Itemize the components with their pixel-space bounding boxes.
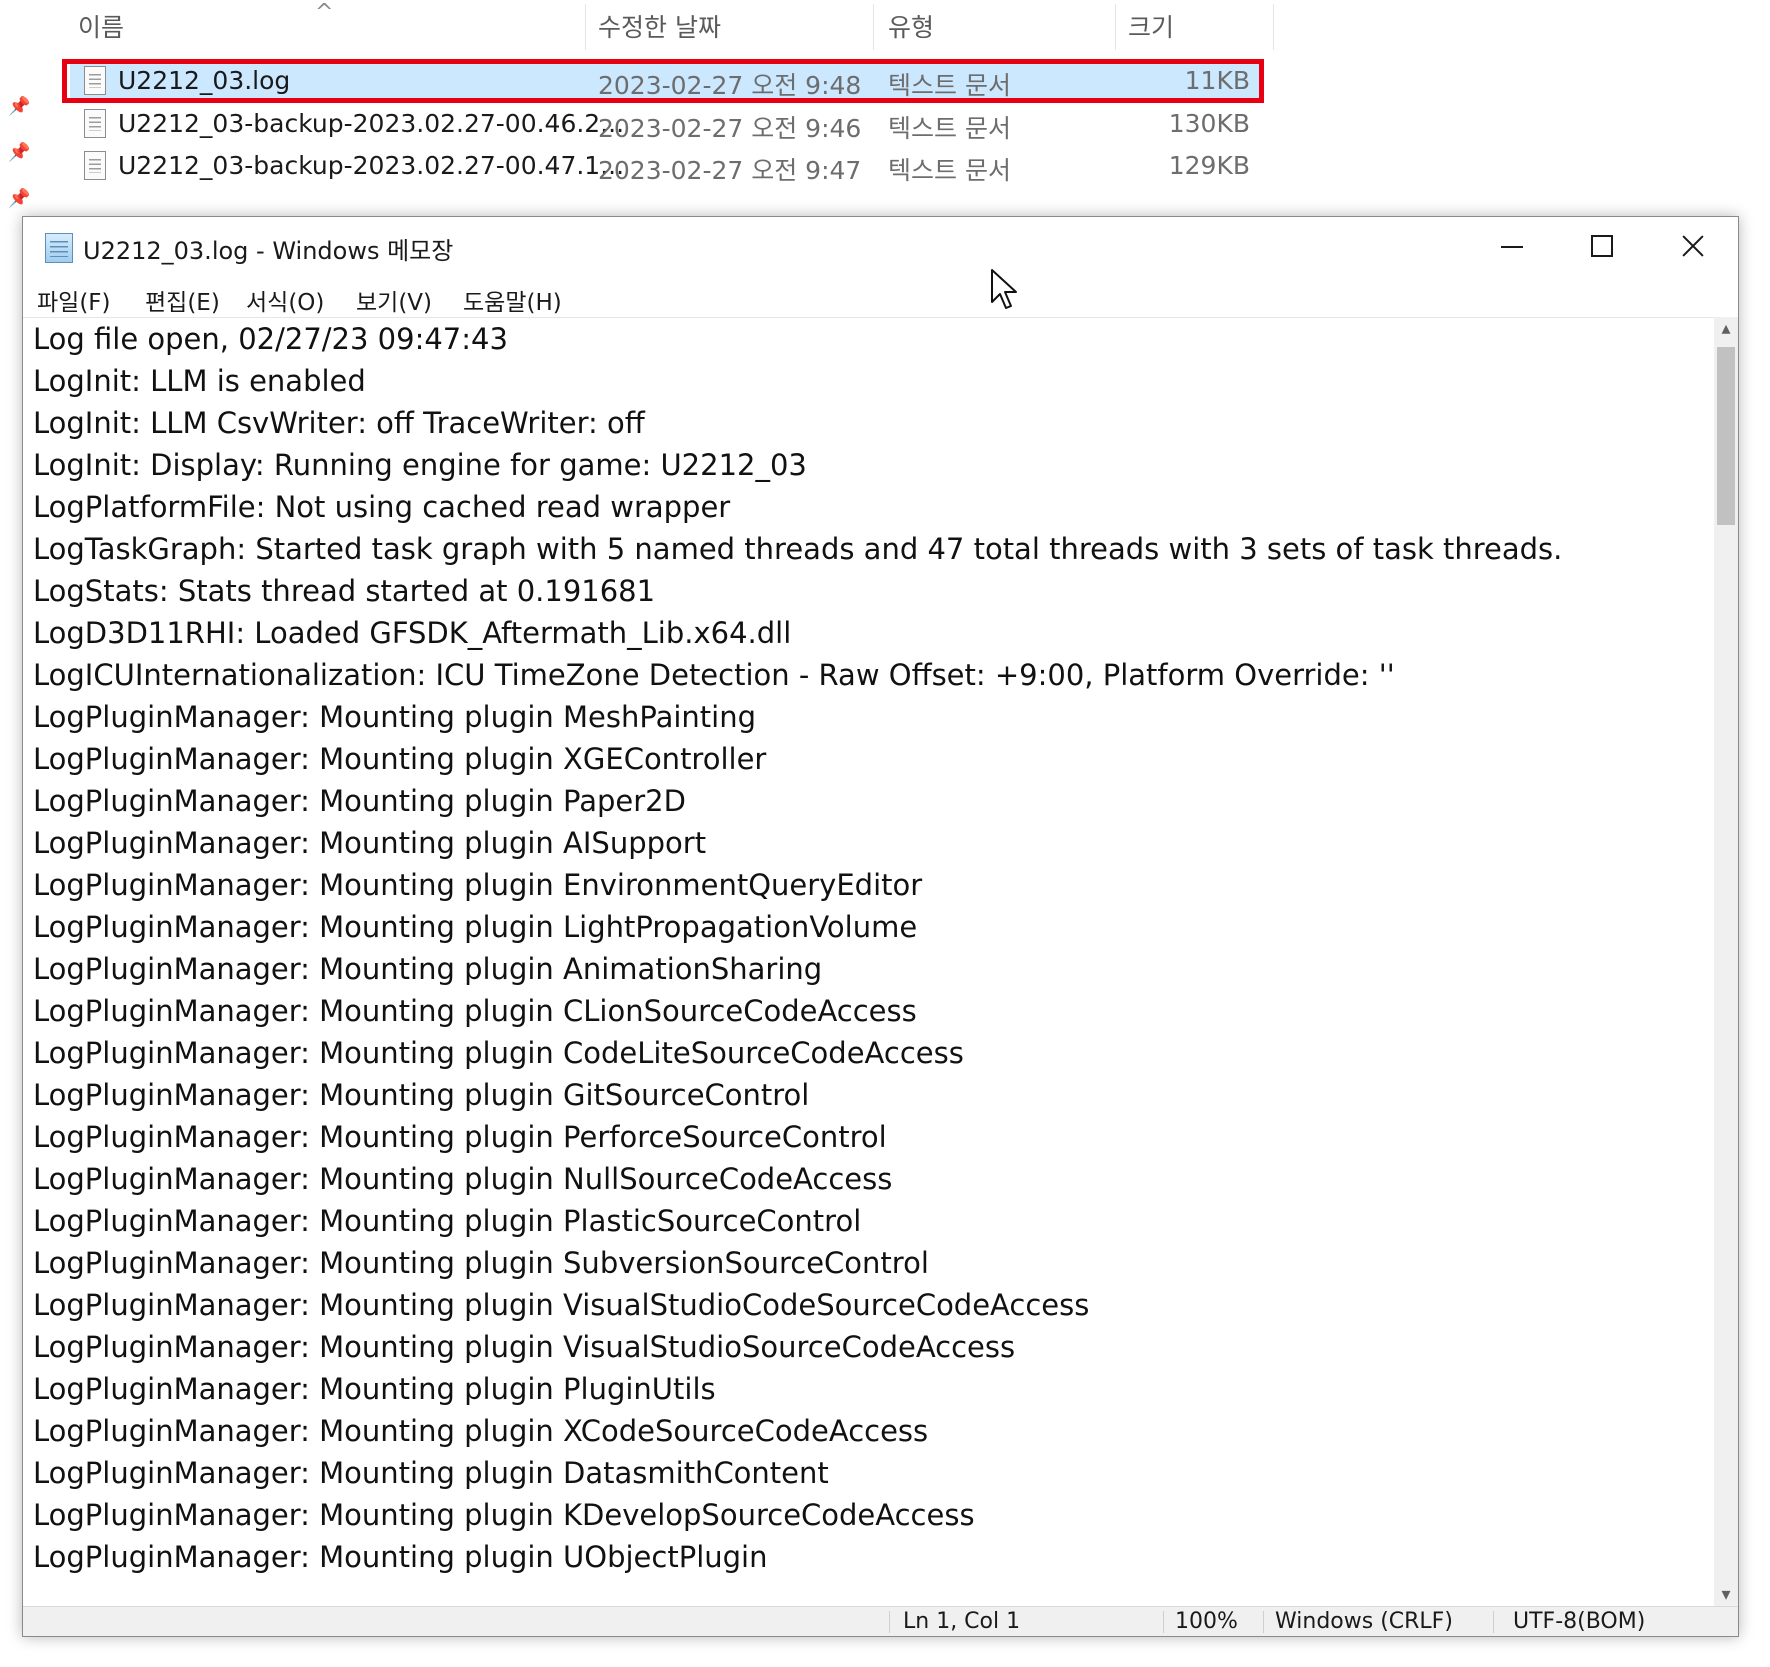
line-ending: Windows (CRLF) [1275,1609,1453,1634]
file-row[interactable]: U2212_03-backup-2023.02.27-00.47.1... 20… [70,147,1262,187]
log-line: LogPluginManager: Mounting plugin MeshPa… [33,700,756,734]
log-line: LogPluginManager: Mounting plugin CodeLi… [33,1036,964,1070]
scroll-down-icon[interactable]: ▾ [1714,1583,1738,1607]
log-line: LogPluginManager: Mounting plugin Animat… [33,952,823,986]
file-size: 11KB [1184,66,1250,95]
log-line: LogD3D11RHI: Loaded GFSDK_Aftermath_Lib.… [33,616,792,650]
text-file-icon [84,109,106,138]
log-line: LogPluginManager: Mounting plugin NullSo… [33,1162,893,1196]
file-row[interactable]: U2212_03-backup-2023.02.27-00.46.2... 20… [70,105,1262,145]
notepad-window: U2212_03.log - Windows 메모장 파일(F) 편집(E) 서… [22,216,1739,1637]
status-divider [1493,1611,1494,1633]
zoom-level: 100% [1175,1609,1238,1634]
column-header-name[interactable]: 이름 [78,8,124,48]
file-explorer: 이름 ^ 수정한 날짜 유형 크기 📌 📌 📌 U2212_03.log 202… [0,0,1770,230]
file-modified: 2023-02-27 오전 9:46 [598,114,862,143]
column-header-modified[interactable]: 수정한 날짜 [598,8,721,48]
menu-view[interactable]: 보기(V) [356,283,432,317]
log-line: LogPluginManager: Mounting plugin Perfor… [33,1120,887,1154]
log-line: LogStats: Stats thread started at 0.1916… [33,574,656,608]
text-editor[interactable]: Log file open, 02/27/23 09:47:43 LogInit… [23,317,1717,1608]
pin-icon[interactable]: 📌 [8,188,30,209]
scroll-up-icon[interactable]: ▴ [1714,317,1738,341]
vertical-scrollbar[interactable]: ▴ ▾ [1714,317,1738,1607]
file-name: U2212_03.log [118,66,291,95]
log-line: LogPluginManager: Mounting plugin Paper2… [33,784,686,818]
notepad-icon[interactable] [45,233,73,263]
minimize-button[interactable] [1466,217,1556,273]
log-line: LogPluginManager: Mounting plugin Enviro… [33,868,923,902]
log-line: LogInit: Display: Running engine for gam… [33,448,807,482]
scroll-thumb[interactable] [1717,347,1735,525]
log-line: LogPluginManager: Mounting plugin LightP… [33,910,918,944]
log-line: LogPluginManager: Mounting plugin Datasm… [33,1456,829,1490]
log-line: LogPluginManager: Mounting plugin KDevel… [33,1498,975,1532]
status-divider [1163,1611,1164,1633]
log-line: LogPluginManager: Mounting plugin XCodeS… [33,1414,929,1448]
title-bar[interactable]: U2212_03.log - Windows 메모장 [23,217,1738,277]
log-line: LogPlatformFile: Not using cached read w… [33,490,731,524]
file-name: U2212_03-backup-2023.02.27-00.46.2... [118,109,625,138]
maximize-button[interactable] [1556,217,1646,273]
pin-icon[interactable]: 📌 [8,142,30,163]
log-line: Log file open, 02/27/23 09:47:43 [33,322,508,356]
encoding: UTF-8(BOM) [1513,1609,1646,1634]
log-line: LogPluginManager: Mounting plugin Plugin… [33,1372,716,1406]
log-line: LogPluginManager: Mounting plugin GitSou… [33,1078,810,1112]
file-type: 텍스트 문서 [888,114,1011,143]
log-line: LogPluginManager: Mounting plugin CLionS… [33,994,917,1028]
text-file-icon [84,66,106,95]
status-bar: Ln 1, Col 1 100% Windows (CRLF) UTF-8(BO… [23,1606,1738,1636]
log-line: LogPluginManager: Mounting plugin UObjec… [33,1540,768,1574]
text-file-icon [84,151,106,180]
window-title: U2212_03.log - Windows 메모장 [83,237,454,265]
file-row[interactable]: U2212_03.log 2023-02-27 오전 9:48 텍스트 문서 1… [70,62,1262,102]
cursor-position: Ln 1, Col 1 [903,1609,1021,1634]
column-divider[interactable] [585,4,586,50]
file-size: 129KB [1168,151,1250,180]
column-divider[interactable] [873,4,874,50]
file-modified: 2023-02-27 오전 9:48 [598,71,862,100]
log-line: LogInit: LLM CsvWriter: off TraceWriter:… [33,406,645,440]
log-text: Log file open, 02/27/23 09:47:43 LogInit… [33,318,1562,1578]
log-line: LogPluginManager: Mounting plugin Plasti… [33,1204,862,1238]
log-line: LogPluginManager: Mounting plugin Visual… [33,1330,1016,1364]
log-line: LogPluginManager: Mounting plugin Visual… [33,1288,1090,1322]
log-line: LogPluginManager: Mounting plugin XGECon… [33,742,767,776]
log-line: LogICUInternationalization: ICU TimeZone… [33,658,1395,692]
close-button[interactable] [1646,217,1736,273]
column-divider[interactable] [1115,4,1116,50]
column-divider[interactable] [1273,4,1274,50]
log-line: LogPluginManager: Mounting plugin AISupp… [33,826,707,860]
column-header-size[interactable]: 크기 [1128,8,1174,48]
column-header-type[interactable]: 유형 [888,8,934,48]
menu-bar: 파일(F) 편집(E) 서식(O) 보기(V) 도움말(H) [23,277,1738,317]
menu-edit[interactable]: 편집(E) [145,283,220,317]
sort-ascending-icon: ^ [315,0,334,25]
file-type: 텍스트 문서 [888,156,1011,185]
file-type: 텍스트 문서 [888,71,1011,100]
status-divider [1263,1611,1264,1633]
log-line: LogInit: LLM is enabled [33,364,366,398]
file-size: 130KB [1168,109,1250,138]
status-divider [889,1611,890,1633]
log-line: LogPluginManager: Mounting plugin Subver… [33,1246,929,1280]
mouse-pointer-icon [991,269,1017,309]
menu-format[interactable]: 서식(O) [246,283,324,317]
menu-help[interactable]: 도움말(H) [463,283,562,317]
menu-file[interactable]: 파일(F) [37,283,111,317]
log-line: LogTaskGraph: Started task graph with 5 … [33,532,1563,566]
pin-icon[interactable]: 📌 [8,96,30,117]
file-modified: 2023-02-27 오전 9:47 [598,156,862,185]
file-name: U2212_03-backup-2023.02.27-00.47.1... [118,151,625,180]
